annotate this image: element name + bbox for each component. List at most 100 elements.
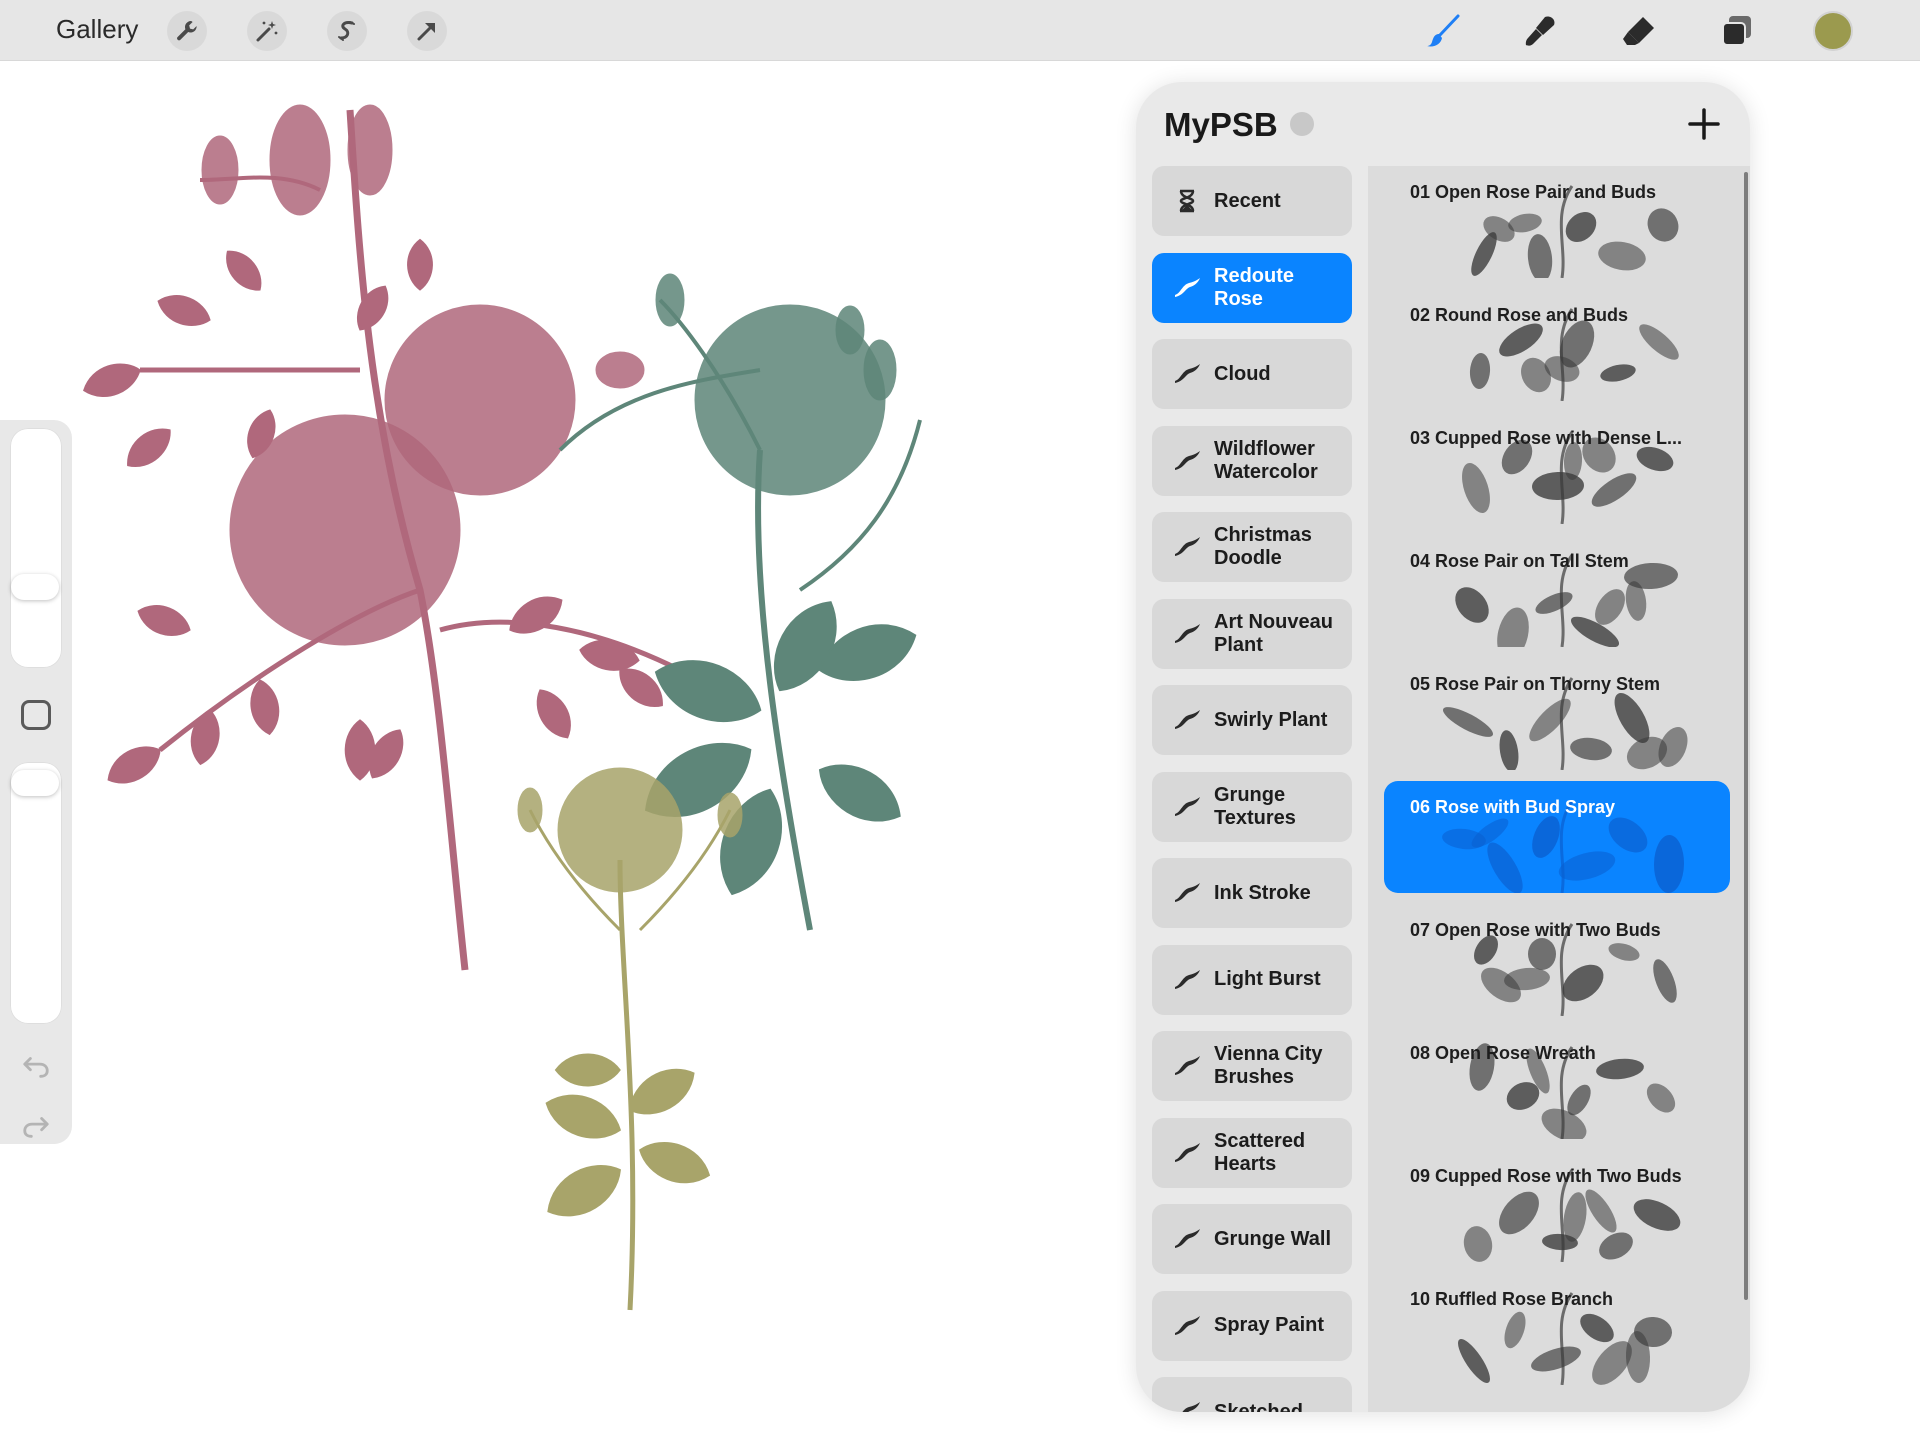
brush-stroke-icon <box>1175 364 1200 383</box>
selection-icon <box>338 21 355 41</box>
plus-icon[interactable] <box>1684 104 1724 144</box>
brush-item[interactable]: 04 Rose Pair on Tall Stem <box>1384 535 1730 647</box>
brush-list-scrollbar[interactable] <box>1744 172 1748 1300</box>
brush-icon <box>1427 14 1460 47</box>
brush-set-item[interactable]: Wildflower Watercolor <box>1152 425 1352 496</box>
undo-icon <box>23 1057 49 1078</box>
brush-set-label: Swirly Plant <box>1214 708 1328 731</box>
brush-set-label: Sketched <box>1214 1400 1303 1413</box>
brush-set-list[interactable]: Recent Redoute Rose Cloud Wildflower Waterc… <box>1152 166 1352 1412</box>
selection-button[interactable] <box>327 11 367 51</box>
brush-set-item[interactable]: Cloud <box>1152 339 1352 409</box>
brush-set-item[interactable]: Vienna City Brushes <box>1152 1031 1352 1101</box>
top-toolbar: Gallery <box>0 0 1920 61</box>
brush-stroke-icon <box>1175 1056 1200 1075</box>
brush-stroke-icon <box>1175 623 1200 643</box>
brush-set-label: Grunge Textures <box>1214 783 1296 829</box>
square-modify-icon[interactable] <box>21 700 51 730</box>
brush-set-item[interactable]: Grunge Textures <box>1152 771 1352 842</box>
brush-tool-button[interactable] <box>1421 8 1467 54</box>
canvas-artwork[interactable] <box>60 70 1040 1330</box>
brush-stroke-icon <box>1175 969 1200 989</box>
brush-stroke-icon <box>1175 796 1200 816</box>
brush-set-label: Ink Stroke <box>1214 881 1311 904</box>
brush-set-label: Art Nouveau Plant <box>1214 610 1333 656</box>
brush-name-label: 02 Round Rose and Buds <box>1410 305 1629 325</box>
brush-set-item[interactable]: Christmas Doodle <box>1152 512 1352 582</box>
olive-rose-illustration <box>517 767 743 1311</box>
gallery-button[interactable]: Gallery <box>56 14 138 45</box>
brush-set-label: Christmas Doodle <box>1214 524 1312 569</box>
magic-wand-icon <box>256 21 278 42</box>
brush-name-label: 05 Rose Pair on Thorny Stem <box>1410 674 1661 694</box>
brush-set-label: Scattered Hearts <box>1214 1129 1306 1175</box>
brush-stroke-icon <box>1175 1142 1200 1162</box>
brush-stroke-icon <box>1175 883 1200 902</box>
brush-item[interactable]: 03 Cupped Rose with Dense L... <box>1384 412 1730 524</box>
redo-icon <box>23 1117 49 1138</box>
undo-button[interactable] <box>18 1048 54 1084</box>
brush-name-label: 06 Rose with Bud Spray <box>1410 797 1616 817</box>
brush-size-handle[interactable] <box>11 574 59 600</box>
brush-set-item[interactable]: Spray Paint <box>1152 1290 1352 1361</box>
current-color-swatch[interactable] <box>1813 11 1853 51</box>
brush-stroke-icon <box>1175 450 1200 470</box>
eraser-icon <box>1623 17 1654 45</box>
redo-button[interactable] <box>18 1108 54 1144</box>
brush-item[interactable]: 07 Open Rose with Two Buds <box>1384 904 1730 1016</box>
brush-stroke-icon <box>1175 1229 1200 1248</box>
brush-library-panel: MyPSB Recent Redoute Rose Cloud Wildflower … <box>1136 82 1750 1412</box>
brush-set-item[interactable]: Swirly Plant <box>1152 685 1352 755</box>
panel-title: MyPSB <box>1164 106 1278 143</box>
brush-set-item[interactable]: Ink Stroke <box>1152 858 1352 928</box>
brush-set-item[interactable]: Recent <box>1152 166 1352 236</box>
brush-set-label: Recent <box>1214 189 1281 212</box>
eraser-tool-button[interactable] <box>1616 8 1662 54</box>
brush-stroke-icon <box>1175 710 1200 729</box>
brush-name-label: 07 Open Rose with Two Buds <box>1410 920 1661 940</box>
brush-name-label: 01 Open Rose Pair and Buds <box>1410 182 1657 202</box>
brush-set-label: Vienna City Brushes <box>1214 1043 1323 1088</box>
verified-badge-icon <box>1290 112 1314 136</box>
brush-set-label: Light Burst <box>1214 968 1321 990</box>
brush-item[interactable]: 02 Round Rose and Buds <box>1384 289 1730 401</box>
hourglass-icon <box>1179 189 1195 213</box>
brush-name-label: 09 Cupped Rose with Two Buds <box>1410 1166 1682 1186</box>
brush-item[interactable]: 01 Open Rose Pair and Buds <box>1384 166 1730 278</box>
brush-item[interactable]: 09 Cupped Rose with Two Buds <box>1384 1150 1730 1262</box>
brush-set-item[interactable]: Sketched <box>1152 1377 1352 1412</box>
brush-name-label: 08 Open Rose Wreath <box>1410 1043 1596 1063</box>
wrench-icon <box>177 20 197 41</box>
brush-set-item[interactable]: Light Burst <box>1152 944 1352 1015</box>
brush-set-item[interactable]: Grunge Wall <box>1152 1204 1352 1274</box>
layers-icon <box>1722 16 1751 46</box>
brush-stroke-icon <box>1175 277 1200 297</box>
brush-set-label: Wildflower Watercolor <box>1214 437 1318 483</box>
adjustments-button[interactable] <box>247 11 287 51</box>
brush-set-label: Grunge Wall <box>1214 1227 1332 1250</box>
brush-item[interactable]: 05 Rose Pair on Thorny Stem <box>1384 658 1730 770</box>
brush-set-label: Cloud <box>1214 362 1271 385</box>
brush-set-item[interactable]: Art Nouveau Plant <box>1152 598 1352 669</box>
actions-wrench-button[interactable] <box>167 11 207 51</box>
brush-item[interactable]: 06 Rose with Bud Spray <box>1384 781 1730 893</box>
brush-item[interactable]: 10 Ruffled Rose Branch <box>1384 1273 1730 1385</box>
brush-name-label: 04 Rose Pair on Tall Stem <box>1410 551 1629 571</box>
brush-name-label: 10 Ruffled Rose Branch <box>1410 1289 1614 1309</box>
brush-list[interactable]: 01 Open Rose Pair and Buds 02 Round Rose … <box>1368 166 1750 1412</box>
brush-set-item[interactable]: Scattered Hearts <box>1152 1117 1352 1188</box>
brush-set-item[interactable]: Redoute Rose <box>1152 252 1352 323</box>
brush-set-label: Spray Paint <box>1214 1314 1325 1336</box>
brush-item[interactable]: 08 Open Rose Wreath <box>1384 1027 1730 1139</box>
opacity-handle[interactable] <box>11 770 59 796</box>
layers-button[interactable] <box>1714 8 1760 54</box>
brush-size-slider[interactable] <box>10 428 62 668</box>
smudge-icon <box>1525 16 1555 46</box>
smudge-tool-button[interactable] <box>1518 8 1564 54</box>
brush-set-label: Redoute Rose <box>1214 264 1294 310</box>
brush-name-label: 03 Cupped Rose with Dense L... <box>1410 428 1683 448</box>
transform-arrow-icon <box>417 23 435 41</box>
brush-stroke-icon <box>1182 1402 1200 1412</box>
opacity-slider[interactable] <box>10 762 62 1024</box>
transform-button[interactable] <box>407 11 447 51</box>
